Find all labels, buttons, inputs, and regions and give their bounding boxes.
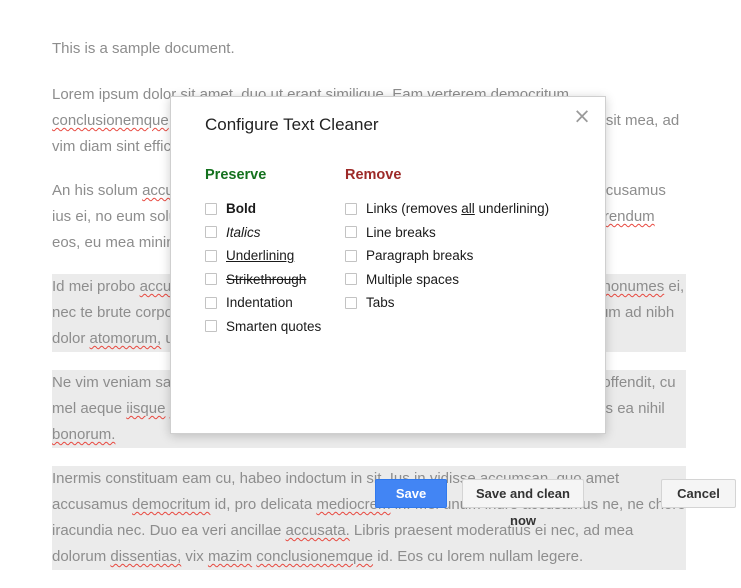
- save-button[interactable]: Save: [375, 479, 447, 508]
- preserve-heading: Preserve: [205, 167, 267, 183]
- remove-heading: Remove: [345, 167, 402, 183]
- checkbox-underlining[interactable]: [205, 249, 217, 262]
- preserve-column: Preserve Bold Italics Underlining Strikethr…: [205, 167, 345, 338]
- checkbox-italics[interactable]: [205, 226, 217, 239]
- option-row[interactable]: Indentation: [205, 291, 345, 315]
- modal-overlay: × Configure Text Cleaner Preserve Bold It…: [0, 0, 741, 572]
- option-row[interactable]: Line breaks: [345, 221, 580, 245]
- checkbox-line-breaks[interactable]: [345, 226, 357, 239]
- dialog-title: Configure Text Cleaner: [205, 115, 379, 134]
- save-and-clean-now-button[interactable]: Save and clean now: [462, 479, 584, 528]
- option-row[interactable]: Italics: [205, 221, 345, 245]
- close-icon[interactable]: ×: [569, 103, 595, 129]
- option-label: Strikethrough: [226, 271, 307, 287]
- option-row[interactable]: Bold: [205, 197, 345, 221]
- remove-column: Remove Links (removes all underlining) Li…: [345, 167, 580, 338]
- dialog-buttons: Save Save and clean now Cancel: [375, 479, 741, 528]
- options-columns: Preserve Bold Italics Underlining Strikethr…: [205, 167, 580, 338]
- option-row[interactable]: Underlining: [205, 244, 345, 268]
- checkbox-bold[interactable]: [205, 202, 217, 215]
- preserve-option-list: Bold Italics Underlining Strikethrough Inden…: [205, 197, 345, 338]
- option-label: Paragraph breaks: [366, 248, 474, 264]
- option-label: Multiple spaces: [366, 271, 460, 287]
- checkbox-tabs[interactable]: [345, 296, 357, 309]
- option-label: Underlining: [226, 248, 295, 264]
- option-row[interactable]: Tabs: [345, 291, 580, 315]
- configure-text-cleaner-dialog: × Configure Text Cleaner Preserve Bold It…: [170, 96, 736, 528]
- option-label: Smarten quotes: [226, 318, 322, 334]
- option-label: Line breaks: [366, 224, 436, 240]
- checkbox-indentation[interactable]: [205, 296, 217, 309]
- checkbox-smarten-quotes[interactable]: [205, 320, 217, 333]
- checkbox-paragraph-breaks[interactable]: [345, 249, 357, 262]
- checkbox-strikethrough[interactable]: [205, 273, 217, 286]
- option-label: Italics: [226, 224, 261, 240]
- option-row[interactable]: Multiple spaces: [345, 268, 580, 292]
- cancel-button[interactable]: Cancel: [661, 479, 736, 508]
- option-row[interactable]: Links (removes all underlining): [345, 197, 580, 221]
- option-label: Indentation: [226, 295, 293, 311]
- checkbox-multiple-spaces[interactable]: [345, 273, 357, 286]
- option-label: Links (removes all underlining): [366, 201, 550, 217]
- remove-option-list: Links (removes all underlining) Line brea…: [345, 197, 580, 315]
- option-row[interactable]: Smarten quotes: [205, 315, 345, 339]
- checkbox-links-removes-all-underlining[interactable]: [345, 202, 357, 215]
- option-row[interactable]: Strikethrough: [205, 268, 345, 292]
- option-row[interactable]: Paragraph breaks: [345, 244, 580, 268]
- option-label: Bold: [226, 201, 256, 217]
- option-label: Tabs: [366, 295, 395, 311]
